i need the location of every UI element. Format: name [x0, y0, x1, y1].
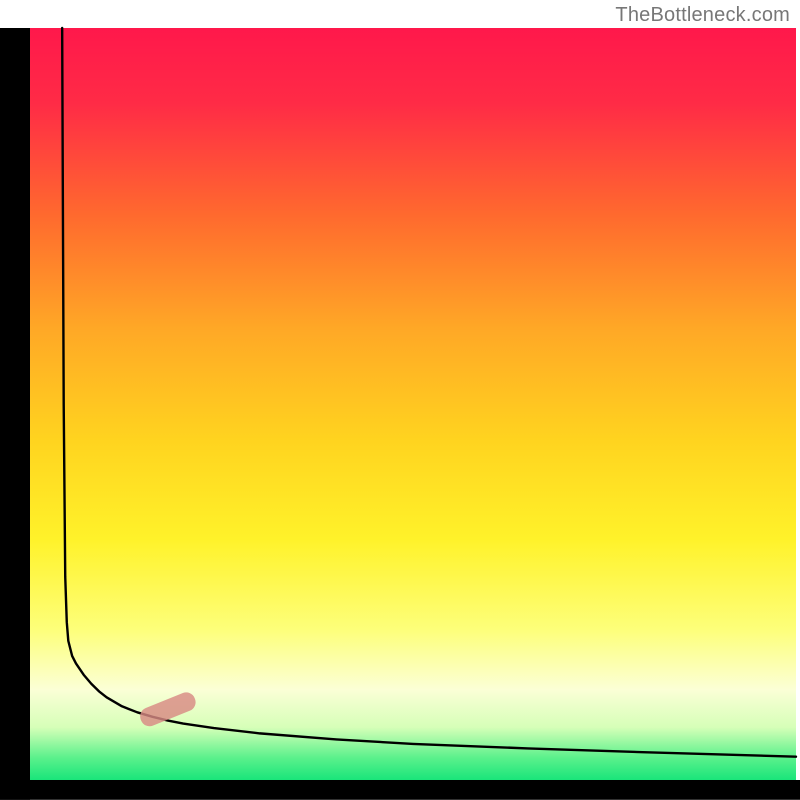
watermark-label: TheBottleneck.com: [615, 4, 790, 27]
plot-area: [30, 28, 796, 780]
y-axis: [0, 28, 30, 800]
chart-container: TheBottleneck.com: [0, 0, 800, 800]
x-axis: [0, 780, 800, 800]
bottleneck-chart: [0, 0, 800, 800]
